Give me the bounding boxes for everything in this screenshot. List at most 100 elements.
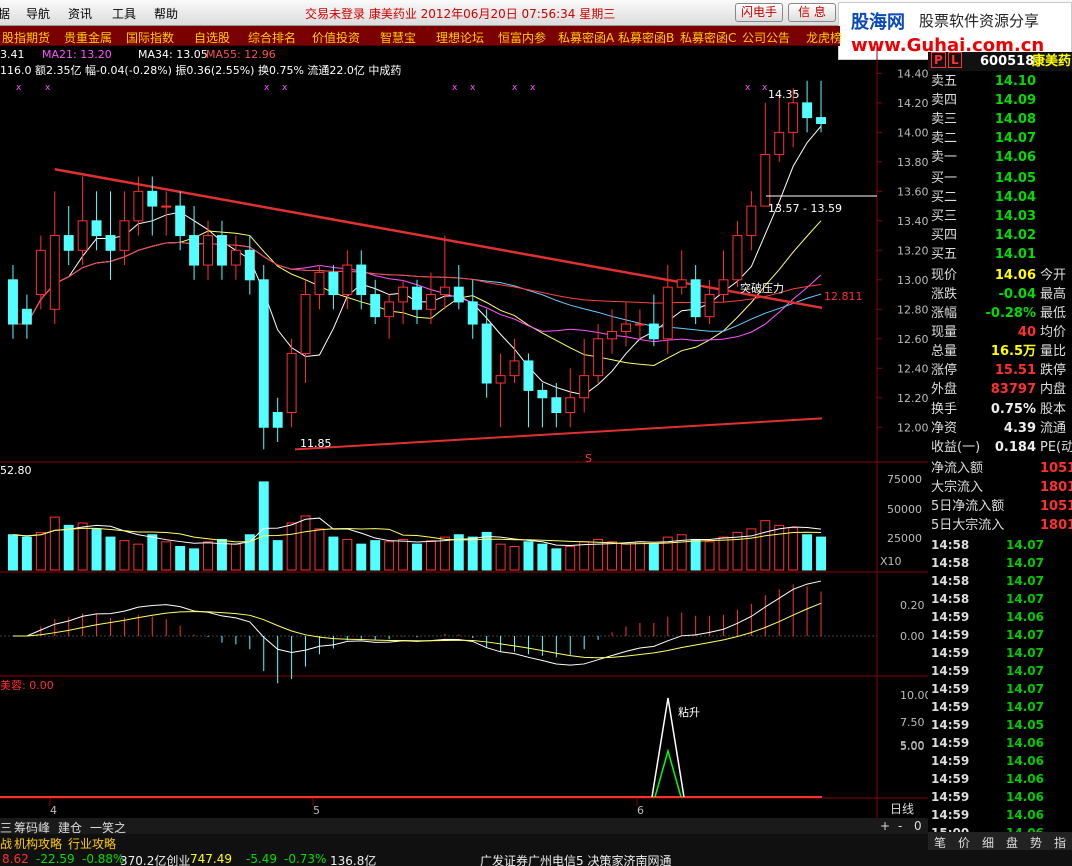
tick-row: 14:59 14.05 bbox=[928, 716, 1072, 734]
quote-tab-2[interactable]: 细 bbox=[982, 834, 994, 851]
candle-body bbox=[634, 323, 645, 326]
candle bbox=[300, 279, 311, 384]
volume-bar bbox=[439, 536, 450, 571]
zoom-out-button[interactable]: - bbox=[898, 819, 902, 833]
menu-news[interactable]: 资讯 bbox=[68, 5, 92, 22]
quote-tab-1[interactable]: 价 bbox=[958, 834, 970, 851]
date-axis: 4 5 6 日线 bbox=[49, 798, 914, 817]
bid-label: 买五 bbox=[931, 247, 958, 262]
l-icon[interactable]: L bbox=[948, 52, 962, 68]
ask-label: 卖四 bbox=[931, 93, 958, 108]
volume-bar bbox=[537, 543, 548, 571]
tab-5[interactable]: 价值投资 bbox=[312, 29, 360, 46]
candle-body bbox=[328, 271, 339, 296]
candle-body bbox=[760, 153, 771, 207]
price-tick: 13.80 bbox=[897, 156, 928, 169]
tick-row: 14:59 14.06 bbox=[928, 608, 1072, 626]
bottom-tab-6[interactable]: 行业攻略 bbox=[68, 835, 116, 852]
menu-tools[interactable]: 工具 bbox=[112, 5, 136, 22]
tab-1[interactable]: 贵重金属 bbox=[64, 29, 112, 46]
tab-0[interactable]: 股指期货 bbox=[2, 29, 50, 46]
month-label: 5 bbox=[313, 804, 320, 817]
candle bbox=[439, 235, 450, 310]
menu-help[interactable]: 帮助 bbox=[154, 5, 178, 22]
stat-row: 现价 14.06 今开 bbox=[928, 266, 1072, 285]
quote-tab-3[interactable]: 盘 bbox=[1006, 834, 1018, 851]
fundamental-label: 净资 bbox=[931, 421, 958, 436]
status-item: 8.62 bbox=[2, 852, 29, 866]
price-axis: 14.40 14.20 14.00 13.80 13.60 13.40 13.20 13.00… bbox=[877, 67, 928, 434]
ask-row: 卖四 14.09 bbox=[928, 91, 1072, 110]
bid-row: 买二 14.04 bbox=[928, 188, 1072, 207]
tab-11[interactable]: 私募密函C bbox=[680, 29, 736, 46]
fund-flow-row: 5日大宗流入 1801 bbox=[928, 516, 1072, 535]
quote-tab-4[interactable]: 势 bbox=[1030, 834, 1042, 851]
candle-body bbox=[356, 264, 367, 296]
tick-time: 14:59 bbox=[931, 664, 970, 678]
period-label[interactable]: 日线 bbox=[890, 802, 914, 816]
candle-body bbox=[230, 249, 241, 266]
x-marker: x bbox=[45, 83, 51, 93]
stat-label-right: 内盘 bbox=[1040, 382, 1067, 397]
volume-bar bbox=[509, 546, 520, 571]
tick-price: 14.07 bbox=[1006, 592, 1044, 606]
zoom-reset-button[interactable]: 0 bbox=[914, 819, 922, 833]
tab-9[interactable]: 私募密函A bbox=[558, 29, 614, 46]
stat-label-right: 跌停 bbox=[1040, 363, 1067, 378]
bottom-tabs-2: 战机构攻略 行业攻略 bbox=[0, 834, 928, 852]
quote-tab-5[interactable]: 指 bbox=[1054, 834, 1066, 851]
tick-time: 14:59 bbox=[931, 682, 970, 696]
candle-body bbox=[133, 190, 144, 222]
candle-body bbox=[495, 375, 506, 384]
menu-data[interactable]: 据 bbox=[0, 5, 10, 22]
ma55-label: MA55: 12.96 bbox=[206, 48, 276, 61]
message-button[interactable]: 信 息 bbox=[788, 3, 836, 22]
tab-12[interactable]: 公司公告 bbox=[742, 29, 790, 46]
candle bbox=[732, 220, 743, 288]
candle-body bbox=[105, 235, 116, 251]
kline-chart[interactable]: 3.41 MA21: 13.20 MA34: 13.05MA55: 12.96 116… bbox=[0, 46, 928, 818]
tick-row: 14:58 14.07 bbox=[928, 536, 1072, 554]
tab-10[interactable]: 私募密函B bbox=[618, 29, 674, 46]
candle bbox=[648, 294, 659, 347]
volume-bar bbox=[412, 543, 422, 571]
quote-tab-0[interactable]: 笔 bbox=[934, 834, 946, 851]
flash-trade-button[interactable]: 闪电手 bbox=[735, 3, 783, 22]
candle-body bbox=[565, 397, 576, 414]
x-marker: x bbox=[264, 83, 270, 93]
tab-8[interactable]: 恒富内参 bbox=[498, 29, 546, 46]
macd-tick: 0.00 bbox=[900, 630, 925, 643]
x-marker: x bbox=[530, 83, 536, 93]
status-item: 370.2亿创业 bbox=[120, 854, 191, 866]
month-label: 6 bbox=[637, 804, 644, 817]
bottom-tab-4[interactable]: 战 bbox=[0, 835, 12, 852]
fund-flow-row: 大宗流入 1801 bbox=[928, 478, 1072, 497]
tick-time: 14:59 bbox=[931, 718, 970, 732]
tab-3[interactable]: 自选股 bbox=[194, 29, 230, 46]
status-item: -0.88% bbox=[82, 852, 125, 866]
ask-row: 卖一 14.06 bbox=[928, 148, 1072, 167]
volume-bar bbox=[91, 528, 102, 571]
tick-row: 14:59 14.06 bbox=[928, 734, 1072, 752]
tab-13[interactable]: 龙虎榜 bbox=[806, 29, 842, 46]
ask-price: 14.09 bbox=[994, 93, 1036, 108]
tab-7[interactable]: 理想论坛 bbox=[436, 29, 484, 46]
volume-bar bbox=[147, 534, 158, 571]
candle-body bbox=[481, 323, 492, 384]
bottom-tab-5[interactable]: 机构攻略 bbox=[14, 835, 62, 852]
candle bbox=[119, 191, 130, 266]
candle bbox=[21, 294, 32, 339]
candle-body bbox=[398, 286, 409, 303]
zoom-in-button[interactable]: + bbox=[880, 819, 890, 833]
tab-4[interactable]: 综合排名 bbox=[248, 29, 296, 46]
tab-2[interactable]: 国际指数 bbox=[126, 29, 174, 46]
bid-row: 买五 14.01 bbox=[928, 245, 1072, 264]
fund-flow-value: 1801 bbox=[1040, 480, 1072, 495]
p-icon[interactable]: P bbox=[931, 52, 946, 68]
menu-navigate[interactable]: 导航 bbox=[26, 5, 50, 22]
candle bbox=[537, 383, 548, 428]
candle-body bbox=[189, 235, 200, 266]
volume-bars bbox=[8, 481, 827, 571]
tab-6[interactable]: 智慧宝 bbox=[380, 29, 416, 46]
candle bbox=[453, 265, 464, 310]
